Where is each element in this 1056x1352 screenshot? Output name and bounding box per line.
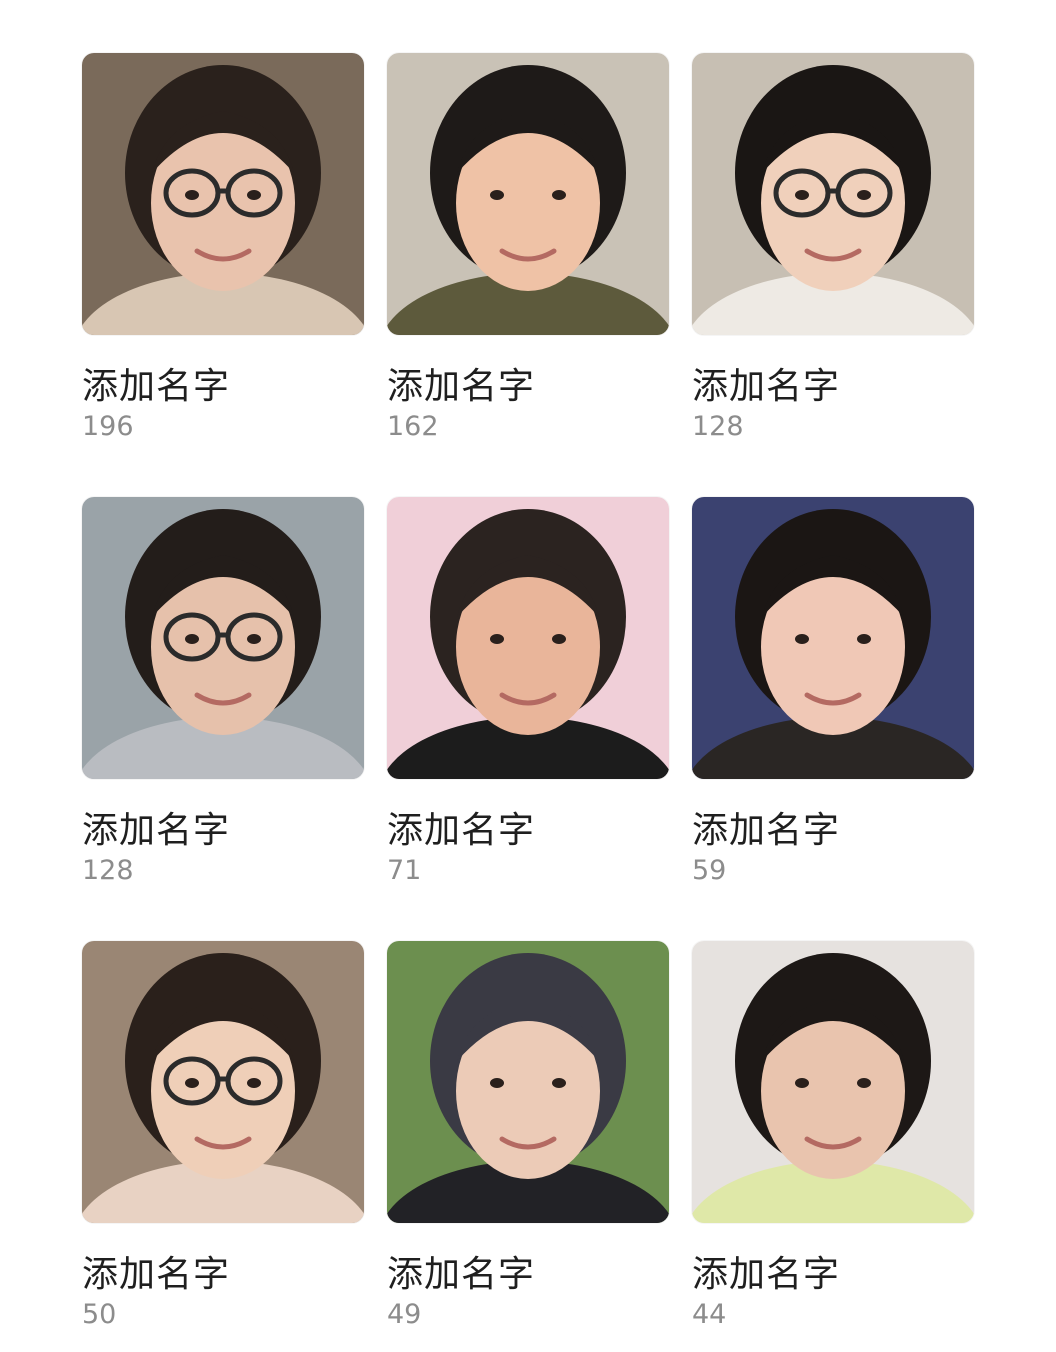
person-card[interactable]: 添加名字 196	[82, 53, 364, 443]
face-thumbnail[interactable]	[82, 941, 364, 1223]
add-name-label[interactable]: 添加名字	[387, 365, 669, 409]
person-card[interactable]: 添加名字 49	[387, 941, 669, 1331]
portrait-photo	[387, 53, 669, 335]
photo-count: 44	[692, 1299, 727, 1330]
portrait-photo	[387, 497, 669, 779]
photo-count: 196	[82, 411, 134, 442]
photo-count: 162	[387, 411, 439, 442]
face-thumbnail[interactable]	[692, 497, 974, 779]
photo-count: 71	[387, 855, 422, 886]
photo-count: 128	[82, 855, 134, 886]
portrait-photo	[82, 941, 364, 1223]
portrait-photo	[692, 53, 974, 335]
person-card[interactable]: 添加名字 59	[692, 497, 974, 887]
face-thumbnail[interactable]	[692, 941, 974, 1223]
portrait-photo	[82, 53, 364, 335]
person-card[interactable]: 添加名字 128	[692, 53, 974, 443]
person-card[interactable]: 添加名字 128	[82, 497, 364, 887]
face-thumbnail[interactable]	[692, 53, 974, 335]
face-thumbnail[interactable]	[82, 497, 364, 779]
portrait-photo	[692, 941, 974, 1223]
photo-count: 50	[82, 1299, 117, 1330]
face-thumbnail[interactable]	[82, 53, 364, 335]
add-name-label[interactable]: 添加名字	[82, 809, 364, 853]
person-card[interactable]: 添加名字 162	[387, 53, 669, 443]
portrait-photo	[387, 941, 669, 1223]
add-name-label[interactable]: 添加名字	[692, 809, 974, 853]
people-grid: 添加名字 196 添加名字 162 添加名字 128 添加名字 128 添加名字…	[0, 0, 1056, 1352]
photo-count: 59	[692, 855, 727, 886]
face-thumbnail[interactable]	[387, 941, 669, 1223]
photo-count: 49	[387, 1299, 422, 1330]
person-card[interactable]: 添加名字 44	[692, 941, 974, 1331]
add-name-label[interactable]: 添加名字	[387, 809, 669, 853]
add-name-label[interactable]: 添加名字	[82, 1253, 364, 1297]
portrait-photo	[692, 497, 974, 779]
add-name-label[interactable]: 添加名字	[692, 1253, 974, 1297]
face-thumbnail[interactable]	[387, 497, 669, 779]
add-name-label[interactable]: 添加名字	[387, 1253, 669, 1297]
add-name-label[interactable]: 添加名字	[82, 365, 364, 409]
person-card[interactable]: 添加名字 50	[82, 941, 364, 1331]
portrait-photo	[82, 497, 364, 779]
face-thumbnail[interactable]	[387, 53, 669, 335]
add-name-label[interactable]: 添加名字	[692, 365, 974, 409]
photo-count: 128	[692, 411, 744, 442]
person-card[interactable]: 添加名字 71	[387, 497, 669, 887]
